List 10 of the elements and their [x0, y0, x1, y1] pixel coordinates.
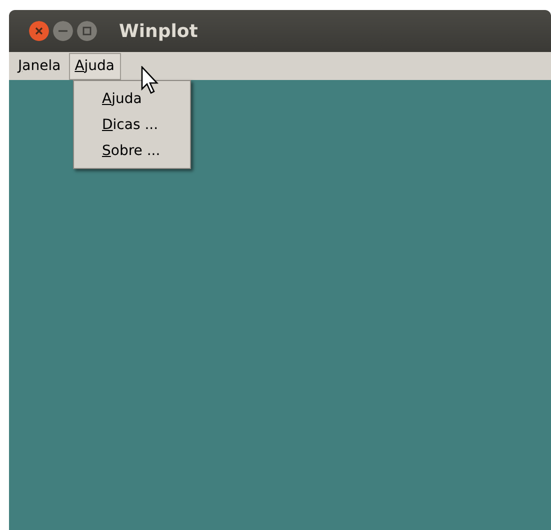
minimize-icon[interactable] [53, 21, 73, 41]
mouse-cursor-icon [141, 66, 161, 94]
menu-option[interactable]: Sobre ... [102, 143, 160, 159]
menu-item[interactable]: Ajuda [68, 52, 120, 80]
menu-option[interactable]: Ajuda [102, 91, 142, 107]
menu-item[interactable]: Janela [12, 52, 67, 80]
maximize-icon[interactable] [77, 21, 97, 41]
close-icon[interactable] [29, 21, 49, 41]
window-title: Winplot [119, 20, 198, 44]
menu-option[interactable]: Dicas ... [102, 117, 158, 133]
